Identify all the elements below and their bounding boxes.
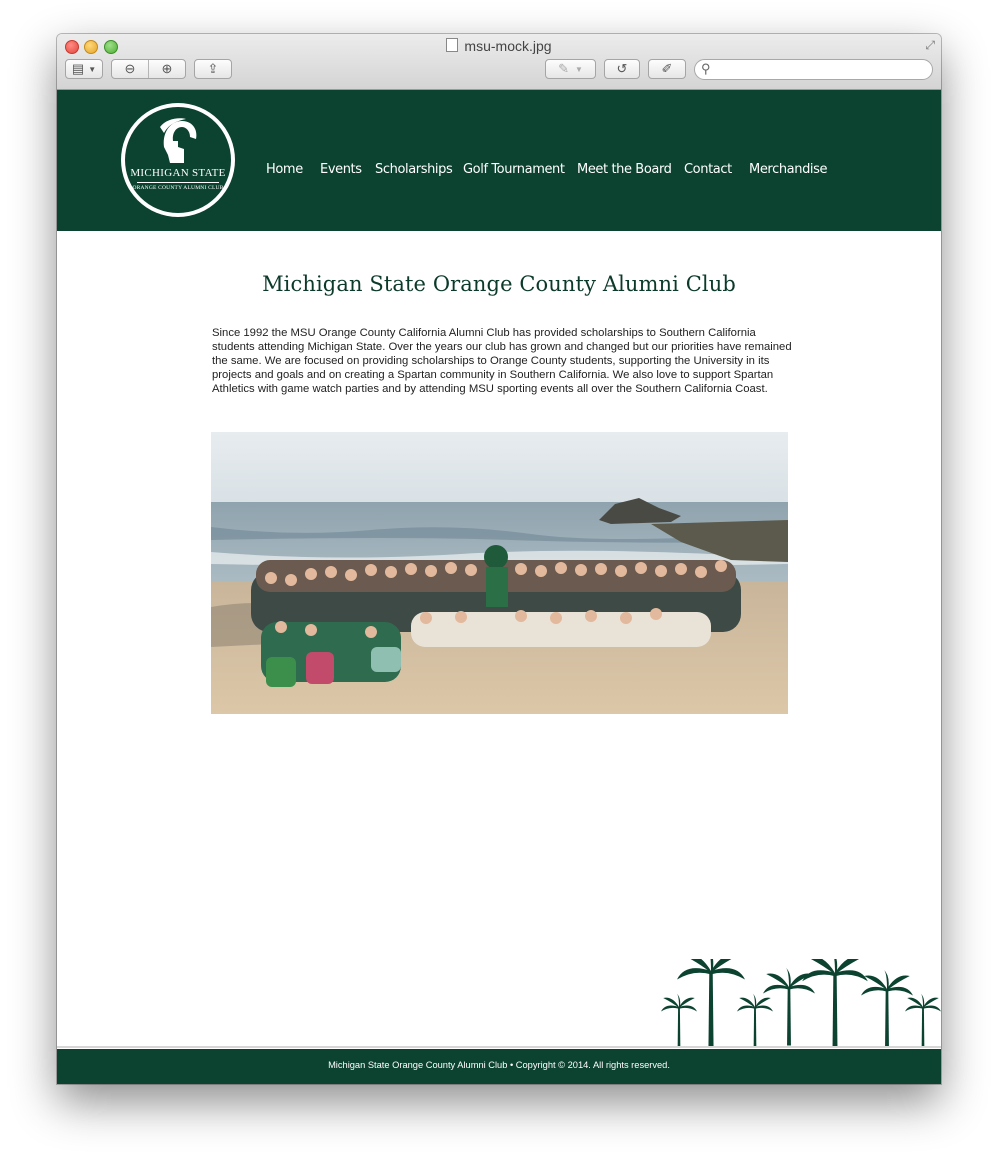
search-field[interactable]: ⚲ [694, 59, 933, 80]
search-icon: ⚲ [701, 61, 711, 76]
nav-merchandise[interactable]: Merchandise [749, 162, 828, 177]
window-title-text: msu-mock.jpg [464, 38, 552, 54]
copyright-text: Michigan State Orange County Alumni Club… [328, 1060, 670, 1070]
site-header: MICHIGAN STATE ORANGE COUNTY ALUMNI CLUB… [57, 90, 941, 231]
logo-divider [137, 182, 219, 183]
zoom-controls: ⊖ ⊕ [111, 59, 186, 79]
sidebar-view-button[interactable]: ▤ ▼ [65, 59, 103, 79]
logo-badge: MICHIGAN STATE ORANGE COUNTY ALUMNI CLUB [125, 107, 231, 213]
nav-scholarships[interactable]: Scholarships [375, 162, 453, 177]
window-title: msu-mock.jpg [57, 38, 941, 54]
nav-events[interactable]: Events [320, 162, 362, 177]
titlebar: msu-mock.jpg ⤢ ▤ ▼ ⊖ ⊕ ⇪ ✎ ▼ ↺ ✐ ⚲ [57, 34, 941, 90]
nav-home[interactable]: Home [266, 162, 303, 177]
intro-paragraph: Since 1992 the MSU Orange County Califor… [212, 327, 792, 395]
nav-meet-the-board[interactable]: Meet the Board [577, 162, 672, 177]
club-logo[interactable]: MICHIGAN STATE ORANGE COUNTY ALUMNI CLUB [121, 103, 235, 217]
nav-contact[interactable]: Contact [684, 162, 732, 177]
annotate-icon: ✎ [558, 61, 569, 76]
palm-trees-decoration [661, 959, 941, 1048]
rotate-icon: ↺ [616, 61, 628, 76]
spartan-helmet-icon [160, 118, 197, 163]
sidebar-icon: ▤ [71, 61, 85, 76]
document-icon [446, 38, 459, 52]
fullscreen-icon[interactable]: ⤢ [925, 38, 935, 53]
logo-title: MICHIGAN STATE [130, 167, 226, 179]
rotate-button[interactable]: ↺ [604, 59, 640, 79]
page-title: Michigan State Orange County Alumni Club [262, 272, 736, 296]
preview-window: msu-mock.jpg ⤢ ▤ ▼ ⊖ ⊕ ⇪ ✎ ▼ ↺ ✐ ⚲ MICHI… [57, 34, 941, 1084]
annotate-button[interactable]: ✎ ▼ [545, 59, 596, 79]
site-footer: Michigan State Orange County Alumni Club… [57, 1049, 941, 1084]
group-beach-photo [211, 432, 788, 714]
logo-subtitle: ORANGE COUNTY ALUMNI CLUB [132, 185, 224, 191]
share-icon: ⇪ [207, 61, 219, 76]
nav-golf-tournament[interactable]: Golf Tournament [463, 162, 565, 177]
search-input[interactable] [717, 61, 921, 79]
chevron-down-icon: ▼ [574, 64, 583, 74]
edit-button[interactable]: ✐ [648, 59, 686, 79]
edit-icon: ✐ [661, 61, 673, 76]
zoom-in-icon[interactable]: ⊕ [149, 61, 185, 77]
share-button[interactable]: ⇪ [194, 59, 232, 79]
zoom-out-icon[interactable]: ⊖ [112, 61, 148, 77]
footer-divider [57, 1046, 941, 1048]
chevron-down-icon: ▼ [88, 64, 97, 74]
